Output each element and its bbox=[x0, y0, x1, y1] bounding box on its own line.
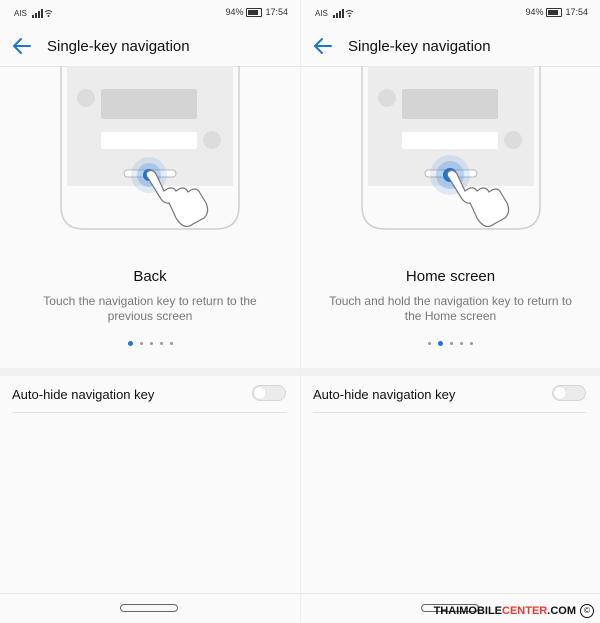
page-indicator[interactable] bbox=[301, 340, 600, 348]
watermark-prefix: THAIMOBILE bbox=[433, 605, 503, 617]
clock: 17:54 bbox=[265, 7, 288, 17]
battery-percent: 94% bbox=[525, 7, 544, 17]
page-dot bbox=[450, 342, 453, 345]
navigation-illustration bbox=[60, 66, 240, 230]
section-divider bbox=[0, 368, 300, 376]
page-dot bbox=[159, 342, 163, 345]
auto-hide-setting-row[interactable]: Auto-hide navigation key bbox=[12, 376, 286, 413]
battery-percent: 94% bbox=[225, 7, 244, 17]
watermark: THAIMOBILECENTER.COM © bbox=[434, 604, 594, 618]
app-bar: Single-key navigation bbox=[301, 26, 600, 67]
auto-hide-setting-row[interactable]: Auto-hide navigation key bbox=[313, 376, 586, 413]
page-dot bbox=[460, 342, 463, 345]
arrow-left-icon[interactable] bbox=[313, 37, 333, 55]
battery-icon bbox=[246, 7, 263, 17]
auto-hide-toggle[interactable] bbox=[252, 385, 286, 401]
arrow-left-icon[interactable] bbox=[12, 37, 32, 55]
auto-hide-label: Auto-hide navigation key bbox=[313, 387, 456, 402]
tutorial-description: Touch the navigation key to return to th… bbox=[43, 294, 257, 323]
navigation-illustration bbox=[361, 66, 541, 230]
page-dot bbox=[428, 342, 431, 345]
status-bar: AIS 94% 17:54 bbox=[0, 0, 300, 26]
signal-icon bbox=[333, 9, 353, 18]
app-bar: Single-key navigation bbox=[0, 26, 300, 67]
carrier-label: AIS bbox=[14, 9, 27, 18]
signal-icon bbox=[32, 9, 52, 18]
copyright-icon: © bbox=[580, 604, 594, 618]
auto-hide-toggle[interactable] bbox=[552, 385, 586, 401]
watermark-highlight: CENTER bbox=[502, 605, 548, 617]
page-dot bbox=[470, 342, 473, 345]
tutorial-caption: Back bbox=[133, 268, 167, 285]
page-title: Single-key navigation bbox=[348, 38, 491, 55]
nav-bar-divider bbox=[0, 593, 300, 594]
watermark-suffix: .COM bbox=[547, 605, 576, 617]
page-dot bbox=[127, 341, 133, 346]
tutorial-description: Touch and hold the navigation key to ret… bbox=[329, 294, 572, 323]
screen-home: AIS 94% 17:54 Single-key navigation Home bbox=[300, 0, 600, 623]
page-dot bbox=[139, 342, 143, 345]
page-dot bbox=[169, 342, 173, 345]
tutorial-caption: Home screen bbox=[405, 268, 496, 285]
battery-icon bbox=[546, 7, 563, 17]
page-dot bbox=[149, 342, 153, 345]
screen-back: AIS 94% 17:54 Single-key navigation Back bbox=[0, 0, 300, 623]
auto-hide-label: Auto-hide navigation key bbox=[12, 387, 155, 402]
clock: 17:54 bbox=[565, 7, 588, 17]
section-divider bbox=[301, 368, 600, 376]
page-dot bbox=[438, 341, 443, 346]
toggle-knob bbox=[254, 387, 266, 399]
page-title: Single-key navigation bbox=[47, 38, 190, 55]
carrier-label: AIS bbox=[315, 9, 328, 18]
page-indicator[interactable] bbox=[0, 340, 300, 348]
status-bar: AIS 94% 17:54 bbox=[301, 0, 600, 26]
toggle-knob bbox=[554, 387, 566, 399]
navigation-key[interactable] bbox=[120, 604, 178, 612]
nav-bar-divider bbox=[301, 593, 600, 594]
